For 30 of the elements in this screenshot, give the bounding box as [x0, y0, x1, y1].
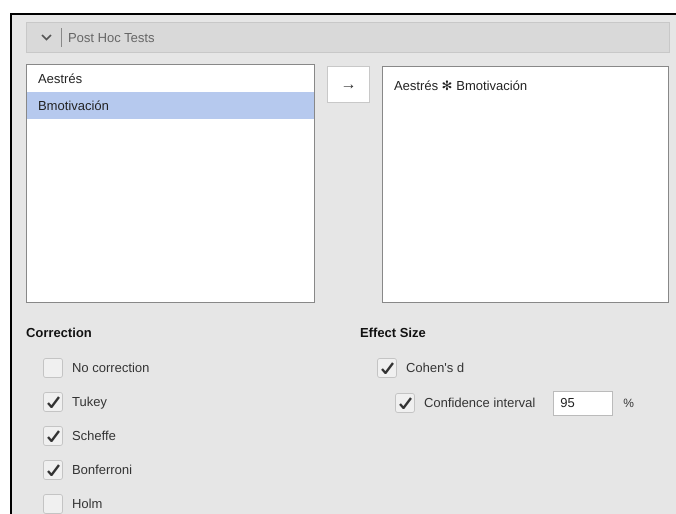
checkbox[interactable] — [43, 392, 63, 412]
section-header[interactable]: Post Hoc Tests — [26, 22, 670, 53]
section-heading: Effect Size — [360, 324, 427, 342]
checkbox[interactable] — [43, 460, 63, 480]
list-item[interactable]: Aestrés — [27, 65, 314, 92]
percent-label: % — [623, 395, 634, 412]
move-button[interactable]: → — [327, 66, 370, 103]
list-item[interactable]: Bmotivación — [27, 92, 314, 119]
list-item[interactable]: Aestrés ✻ Bmotivación — [383, 72, 668, 99]
checkbox[interactable] — [43, 494, 63, 514]
option-label: Confidence interval — [424, 394, 536, 412]
checkmark-icon — [46, 464, 60, 476]
interval-field[interactable]: 95 — [553, 390, 614, 416]
option-label: No correction — [72, 358, 150, 377]
option-label: Holm — [72, 494, 102, 513]
checkbox[interactable] — [377, 358, 397, 378]
section-heading: Correction — [26, 324, 93, 342]
checkbox[interactable] — [395, 393, 415, 413]
option-label: Scheffe — [72, 426, 116, 445]
checkbox[interactable] — [43, 426, 63, 446]
option-label: Bonferroni — [72, 460, 132, 479]
option-label: Cohen's d — [406, 358, 464, 377]
section-title: Post Hoc Tests — [68, 28, 154, 47]
checkmark-icon — [46, 396, 60, 408]
option-label: Tukey — [72, 392, 107, 411]
checkbox[interactable] — [43, 358, 63, 378]
checkmark-icon — [380, 362, 394, 374]
checkmark-icon — [398, 397, 412, 409]
checkmark-icon — [46, 430, 60, 442]
chevron-icon — [41, 34, 52, 41]
